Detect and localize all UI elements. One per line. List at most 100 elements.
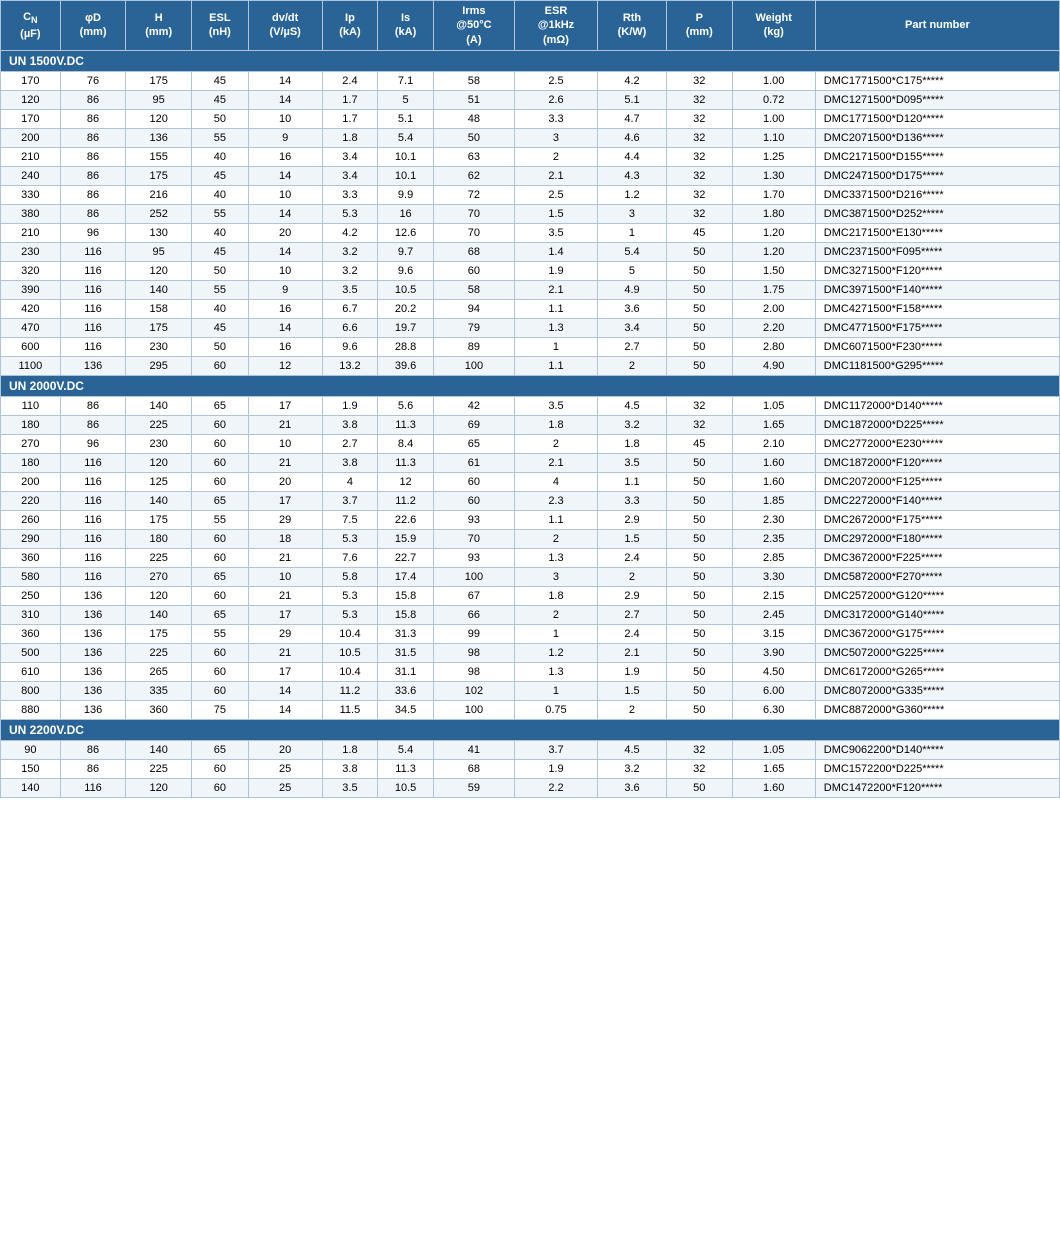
data-cell: 21 — [248, 586, 322, 605]
data-cell: 40 — [192, 185, 249, 204]
data-cell: 32 — [666, 204, 732, 223]
data-cell: 72 — [433, 185, 514, 204]
data-cell: 11.3 — [378, 415, 434, 434]
header-phid: φD(mm) — [60, 1, 126, 51]
data-cell: 175 — [126, 71, 192, 90]
data-cell: 2 — [597, 567, 666, 586]
data-cell: 2.15 — [732, 586, 815, 605]
data-cell: 5.6 — [378, 396, 434, 415]
data-cell: 45 — [666, 223, 732, 242]
data-cell: 9 — [248, 280, 322, 299]
data-cell: 25 — [248, 759, 322, 778]
data-cell: 136 — [60, 624, 126, 643]
part-number-cell: DMC3971500*F140***** — [815, 280, 1059, 299]
data-cell: 1.00 — [732, 71, 815, 90]
header-h: H(mm) — [126, 1, 192, 51]
data-cell: 58 — [433, 71, 514, 90]
data-cell: 14 — [248, 318, 322, 337]
header-rth: Rth(K/W) — [597, 1, 666, 51]
data-cell: 1.1 — [514, 356, 597, 375]
table-row: 1808622560213.811.3691.83.2321.65DMC1872… — [1, 415, 1060, 434]
data-cell: 230 — [126, 434, 192, 453]
data-cell: 1.20 — [732, 223, 815, 242]
data-cell: 60 — [192, 472, 249, 491]
data-cell: 3.3 — [597, 491, 666, 510]
data-cell: 116 — [60, 318, 126, 337]
table-row: 880136360751411.534.51000.752506.30DMC88… — [1, 700, 1060, 719]
table-row: 26011617555297.522.6931.12.9502.30DMC267… — [1, 510, 1060, 529]
data-cell: 40 — [192, 147, 249, 166]
data-cell: 99 — [433, 624, 514, 643]
data-cell: 14 — [248, 166, 322, 185]
table-row: 18011612060213.811.3612.13.5501.60DMC187… — [1, 453, 1060, 472]
data-cell: 32 — [666, 185, 732, 204]
data-cell: 5.1 — [597, 90, 666, 109]
data-cell: 45 — [192, 318, 249, 337]
table-row: 3308621640103.39.9722.51.2321.70DMC33715… — [1, 185, 1060, 204]
data-cell: 2 — [514, 434, 597, 453]
data-cell: 580 — [1, 567, 61, 586]
data-cell: 21 — [248, 643, 322, 662]
data-cell: 14 — [248, 71, 322, 90]
data-cell: 116 — [60, 510, 126, 529]
data-cell: 1.7 — [322, 90, 378, 109]
table-row: 20011612560204126041.1501.60DMC2072000*F… — [1, 472, 1060, 491]
data-cell: 94 — [433, 299, 514, 318]
data-cell: 96 — [60, 223, 126, 242]
part-number-cell: DMC2772000*E230***** — [815, 434, 1059, 453]
data-cell: 2.30 — [732, 510, 815, 529]
data-cell: 0.72 — [732, 90, 815, 109]
data-cell: 1.3 — [514, 662, 597, 681]
capacitor-table: CN(µF) φD(mm) H(mm) ESL(nH) dv/dt(V/µS) … — [0, 0, 1060, 798]
table-row: 29011618060185.315.97021.5502.35DMC29720… — [1, 529, 1060, 548]
data-cell: 11.2 — [378, 491, 434, 510]
data-cell: 102 — [433, 681, 514, 700]
data-cell: 1 — [597, 223, 666, 242]
data-cell: 175 — [126, 166, 192, 185]
data-cell: 60 — [433, 472, 514, 491]
data-cell: 28.8 — [378, 337, 434, 356]
table-row: 200861365591.85.45034.6321.10DMC2071500*… — [1, 128, 1060, 147]
data-cell: 1.8 — [514, 415, 597, 434]
table-row: 1707617545142.47.1582.54.2321.00DMC17715… — [1, 71, 1060, 90]
data-cell: 136 — [60, 356, 126, 375]
data-cell: 14 — [248, 681, 322, 700]
data-cell: 6.7 — [322, 299, 378, 318]
data-cell: 29 — [248, 624, 322, 643]
part-number-cell: DMC3871500*D252***** — [815, 204, 1059, 223]
data-cell: 4.50 — [732, 662, 815, 681]
table-row: 908614065201.85.4413.74.5321.05DMC906220… — [1, 740, 1060, 759]
data-cell: 1.60 — [732, 778, 815, 797]
data-cell: 2.5 — [514, 71, 597, 90]
data-cell: 60 — [192, 434, 249, 453]
data-cell: 50 — [666, 318, 732, 337]
data-cell: 48 — [433, 109, 514, 128]
data-cell: 225 — [126, 548, 192, 567]
part-number-cell: DMC2371500*F095***** — [815, 242, 1059, 261]
data-cell: 3.5 — [514, 223, 597, 242]
data-cell: 45 — [192, 90, 249, 109]
table-row: 2408617545143.410.1622.14.3321.30DMC2471… — [1, 166, 1060, 185]
part-number-cell: DMC2071500*D136***** — [815, 128, 1059, 147]
table-row: 3808625255145.316701.53321.80DMC3871500*… — [1, 204, 1060, 223]
data-cell: 11.3 — [378, 453, 434, 472]
data-cell: 17.4 — [378, 567, 434, 586]
part-number-cell: DMC1181500*G295***** — [815, 356, 1059, 375]
data-cell: 60 — [192, 681, 249, 700]
data-cell: 136 — [60, 643, 126, 662]
data-cell: 2.35 — [732, 529, 815, 548]
data-cell: 40 — [192, 223, 249, 242]
data-cell: 67 — [433, 586, 514, 605]
data-cell: 2.1 — [514, 453, 597, 472]
data-cell: 21 — [248, 548, 322, 567]
data-cell: 1.2 — [514, 643, 597, 662]
data-cell: 32 — [666, 166, 732, 185]
data-cell: 2 — [597, 700, 666, 719]
data-cell: 7.1 — [378, 71, 434, 90]
data-cell: 7.6 — [322, 548, 378, 567]
data-cell: 59 — [433, 778, 514, 797]
data-cell: 116 — [60, 280, 126, 299]
data-cell: 55 — [192, 128, 249, 147]
data-cell: 50 — [192, 261, 249, 280]
header-esl: ESL(nH) — [192, 1, 249, 51]
